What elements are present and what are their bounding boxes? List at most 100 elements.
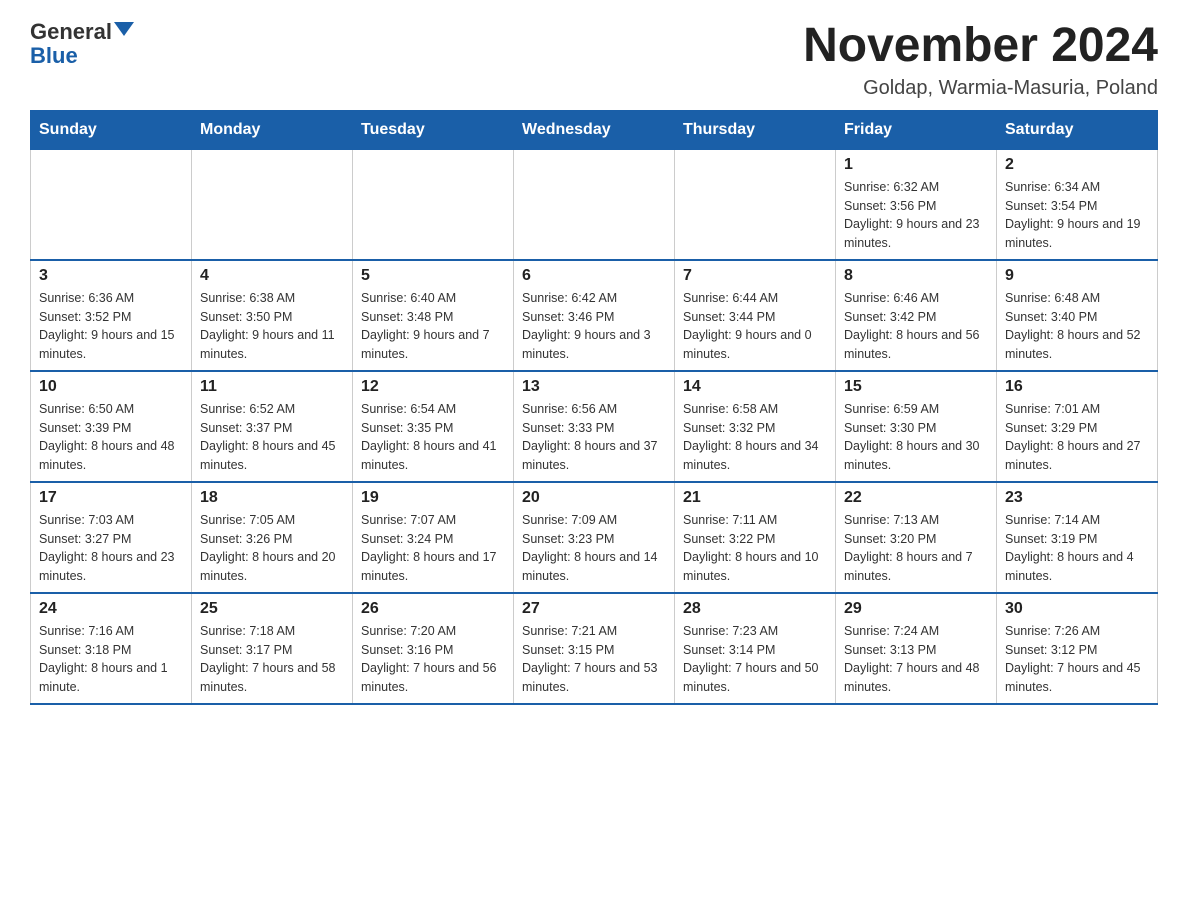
column-header-sunday: Sunday <box>31 110 192 149</box>
day-info: Sunrise: 6:56 AMSunset: 3:33 PMDaylight:… <box>522 400 666 475</box>
logo-triangle-icon <box>114 22 134 36</box>
day-info: Sunrise: 7:11 AMSunset: 3:22 PMDaylight:… <box>683 511 827 586</box>
calendar-cell: 10 Sunrise: 6:50 AMSunset: 3:39 PMDayligh… <box>31 371 192 482</box>
page-header: General Blue November 2024 Goldap, Warmi… <box>30 20 1158 100</box>
column-header-thursday: Thursday <box>675 110 836 149</box>
day-info: Sunrise: 6:36 AMSunset: 3:52 PMDaylight:… <box>39 289 183 364</box>
day-number: 6 <box>522 267 666 285</box>
calendar-cell <box>192 149 353 260</box>
day-number: 24 <box>39 600 183 618</box>
calendar-header-row: SundayMondayTuesdayWednesdayThursdayFrid… <box>31 110 1158 149</box>
day-info: Sunrise: 7:05 AMSunset: 3:26 PMDaylight:… <box>200 511 344 586</box>
day-number: 2 <box>1005 156 1149 174</box>
calendar-week-3: 10 Sunrise: 6:50 AMSunset: 3:39 PMDayligh… <box>31 371 1158 482</box>
day-info: Sunrise: 6:32 AMSunset: 3:56 PMDaylight:… <box>844 178 988 253</box>
calendar-cell: 22 Sunrise: 7:13 AMSunset: 3:20 PMDayligh… <box>836 482 997 593</box>
column-header-friday: Friday <box>836 110 997 149</box>
calendar-cell: 2 Sunrise: 6:34 AMSunset: 3:54 PMDaylight… <box>997 149 1158 260</box>
calendar-cell: 13 Sunrise: 6:56 AMSunset: 3:33 PMDayligh… <box>514 371 675 482</box>
calendar-cell: 7Sunrise: 6:44 AMSunset: 3:44 PMDaylight… <box>675 260 836 371</box>
calendar-cell: 8 Sunrise: 6:46 AMSunset: 3:42 PMDaylight… <box>836 260 997 371</box>
day-number: 27 <box>522 600 666 618</box>
calendar-subtitle: Goldap, Warmia-Masuria, Poland <box>803 77 1158 100</box>
day-number: 5 <box>361 267 505 285</box>
day-number: 30 <box>1005 600 1149 618</box>
calendar-cell: 17 Sunrise: 7:03 AMSunset: 3:27 PMDayligh… <box>31 482 192 593</box>
day-info: Sunrise: 7:13 AMSunset: 3:20 PMDaylight:… <box>844 511 988 586</box>
day-info: Sunrise: 7:18 AMSunset: 3:17 PMDaylight:… <box>200 622 344 697</box>
day-info: Sunrise: 6:42 AMSunset: 3:46 PMDaylight:… <box>522 289 666 364</box>
day-number: 21 <box>683 489 827 507</box>
day-info: Sunrise: 6:48 AMSunset: 3:40 PMDaylight:… <box>1005 289 1149 364</box>
day-number: 22 <box>844 489 988 507</box>
day-info: Sunrise: 7:07 AMSunset: 3:24 PMDaylight:… <box>361 511 505 586</box>
day-info: Sunrise: 6:59 AMSunset: 3:30 PMDaylight:… <box>844 400 988 475</box>
logo-blue: Blue <box>30 44 78 68</box>
calendar-cell: 29Sunrise: 7:24 AMSunset: 3:13 PMDayligh… <box>836 593 997 704</box>
calendar-cell: 3 Sunrise: 6:36 AMSunset: 3:52 PMDaylight… <box>31 260 192 371</box>
day-number: 18 <box>200 489 344 507</box>
calendar-week-2: 3 Sunrise: 6:36 AMSunset: 3:52 PMDaylight… <box>31 260 1158 371</box>
day-info: Sunrise: 7:01 AMSunset: 3:29 PMDaylight:… <box>1005 400 1149 475</box>
calendar-cell: 26Sunrise: 7:20 AMSunset: 3:16 PMDayligh… <box>353 593 514 704</box>
day-info: Sunrise: 6:58 AMSunset: 3:32 PMDaylight:… <box>683 400 827 475</box>
calendar-cell: 11 Sunrise: 6:52 AMSunset: 3:37 PMDayligh… <box>192 371 353 482</box>
day-info: Sunrise: 7:26 AMSunset: 3:12 PMDaylight:… <box>1005 622 1149 697</box>
calendar-cell: 15 Sunrise: 6:59 AMSunset: 3:30 PMDayligh… <box>836 371 997 482</box>
calendar-table: SundayMondayTuesdayWednesdayThursdayFrid… <box>30 110 1158 705</box>
calendar-cell: 19 Sunrise: 7:07 AMSunset: 3:24 PMDayligh… <box>353 482 514 593</box>
day-info: Sunrise: 7:16 AMSunset: 3:18 PMDaylight:… <box>39 622 183 697</box>
day-number: 13 <box>522 378 666 396</box>
day-info: Sunrise: 6:46 AMSunset: 3:42 PMDaylight:… <box>844 289 988 364</box>
column-header-wednesday: Wednesday <box>514 110 675 149</box>
day-number: 25 <box>200 600 344 618</box>
calendar-week-5: 24 Sunrise: 7:16 AMSunset: 3:18 PMDayligh… <box>31 593 1158 704</box>
day-number: 29 <box>844 600 988 618</box>
calendar-week-1: 1 Sunrise: 6:32 AMSunset: 3:56 PMDaylight… <box>31 149 1158 260</box>
calendar-cell <box>31 149 192 260</box>
day-number: 15 <box>844 378 988 396</box>
calendar-cell: 25 Sunrise: 7:18 AMSunset: 3:17 PMDayligh… <box>192 593 353 704</box>
logo-general: General <box>30 20 112 44</box>
day-number: 19 <box>361 489 505 507</box>
day-number: 12 <box>361 378 505 396</box>
day-number: 16 <box>1005 378 1149 396</box>
day-info: Sunrise: 6:38 AMSunset: 3:50 PMDaylight:… <box>200 289 344 364</box>
day-number: 3 <box>39 267 183 285</box>
calendar-cell: 20Sunrise: 7:09 AMSunset: 3:23 PMDayligh… <box>514 482 675 593</box>
day-number: 11 <box>200 378 344 396</box>
calendar-cell: 1 Sunrise: 6:32 AMSunset: 3:56 PMDaylight… <box>836 149 997 260</box>
day-info: Sunrise: 7:23 AMSunset: 3:14 PMDaylight:… <box>683 622 827 697</box>
day-info: Sunrise: 6:34 AMSunset: 3:54 PMDaylight:… <box>1005 178 1149 253</box>
day-number: 1 <box>844 156 988 174</box>
day-number: 28 <box>683 600 827 618</box>
calendar-cell: 5 Sunrise: 6:40 AMSunset: 3:48 PMDaylight… <box>353 260 514 371</box>
title-block: November 2024 Goldap, Warmia-Masuria, Po… <box>803 20 1158 100</box>
calendar-cell: 12 Sunrise: 6:54 AMSunset: 3:35 PMDayligh… <box>353 371 514 482</box>
day-info: Sunrise: 6:40 AMSunset: 3:48 PMDaylight:… <box>361 289 505 364</box>
day-number: 4 <box>200 267 344 285</box>
calendar-cell: 14 Sunrise: 6:58 AMSunset: 3:32 PMDayligh… <box>675 371 836 482</box>
calendar-cell <box>675 149 836 260</box>
calendar-cell: 9 Sunrise: 6:48 AMSunset: 3:40 PMDaylight… <box>997 260 1158 371</box>
column-header-monday: Monday <box>192 110 353 149</box>
day-info: Sunrise: 6:44 AMSunset: 3:44 PMDaylight:… <box>683 289 827 364</box>
calendar-cell: 23Sunrise: 7:14 AMSunset: 3:19 PMDayligh… <box>997 482 1158 593</box>
day-info: Sunrise: 6:54 AMSunset: 3:35 PMDaylight:… <box>361 400 505 475</box>
day-info: Sunrise: 6:50 AMSunset: 3:39 PMDaylight:… <box>39 400 183 475</box>
day-number: 17 <box>39 489 183 507</box>
day-number: 14 <box>683 378 827 396</box>
day-info: Sunrise: 7:09 AMSunset: 3:23 PMDaylight:… <box>522 511 666 586</box>
day-info: Sunrise: 7:03 AMSunset: 3:27 PMDaylight:… <box>39 511 183 586</box>
day-number: 8 <box>844 267 988 285</box>
calendar-week-4: 17 Sunrise: 7:03 AMSunset: 3:27 PMDayligh… <box>31 482 1158 593</box>
column-header-tuesday: Tuesday <box>353 110 514 149</box>
calendar-cell: 18 Sunrise: 7:05 AMSunset: 3:26 PMDayligh… <box>192 482 353 593</box>
day-number: 10 <box>39 378 183 396</box>
day-number: 9 <box>1005 267 1149 285</box>
calendar-cell: 6 Sunrise: 6:42 AMSunset: 3:46 PMDaylight… <box>514 260 675 371</box>
calendar-cell: 16 Sunrise: 7:01 AMSunset: 3:29 PMDayligh… <box>997 371 1158 482</box>
day-info: Sunrise: 6:52 AMSunset: 3:37 PMDaylight:… <box>200 400 344 475</box>
day-info: Sunrise: 7:20 AMSunset: 3:16 PMDaylight:… <box>361 622 505 697</box>
day-number: 23 <box>1005 489 1149 507</box>
